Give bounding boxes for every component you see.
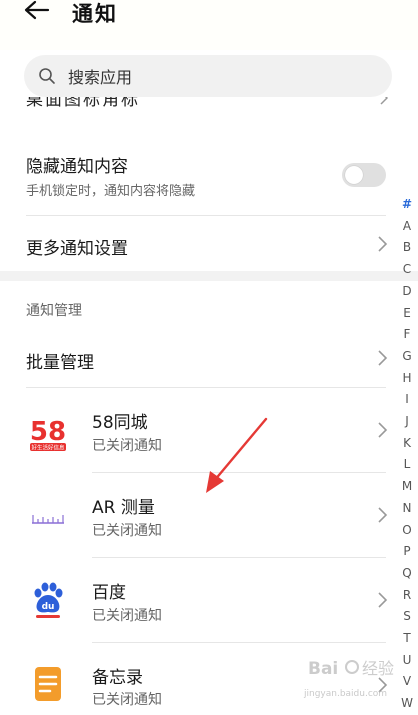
app-name: AR 测量 <box>92 498 155 518</box>
app-name: 58同城 <box>92 413 148 433</box>
index-letter[interactable]: E <box>396 303 418 325</box>
more-settings-row[interactable]: 更多通知设置 <box>0 216 396 271</box>
58-icon-subtext: 好生活好信息 <box>31 444 65 452</box>
app-row-baidu[interactable]: du 百度 已关闭通知 <box>0 558 396 643</box>
app-row-ar-measure[interactable]: AR 测量 已关闭通知 <box>0 473 396 558</box>
notepad-icon <box>35 667 61 701</box>
ar-measure-icon <box>32 515 64 524</box>
index-letter[interactable]: D <box>396 281 418 303</box>
app-status: 已关闭通知 <box>92 438 162 454</box>
app-status: 已关闭通知 <box>92 608 162 624</box>
alphabet-index-bar[interactable]: # A B C D E F G H I J K L M N O P Q R S T U V W <box>396 194 418 715</box>
search-input[interactable] <box>66 55 370 99</box>
hide-content-title: 隐藏通知内容 <box>26 157 128 177</box>
index-letter[interactable]: O <box>396 520 418 542</box>
chevron-right-icon <box>378 422 388 438</box>
index-letter[interactable]: # <box>396 194 418 216</box>
index-letter[interactable]: C <box>396 259 418 281</box>
app-name: 百度 <box>92 583 126 603</box>
chevron-right-icon <box>378 236 388 252</box>
app-status: 已关闭通知 <box>92 692 162 708</box>
index-letter[interactable]: M <box>396 476 418 498</box>
annotation-arrow-icon <box>206 417 268 493</box>
section-gap <box>0 271 418 281</box>
baidu-icon-text: du <box>42 602 55 612</box>
section-label: 通知管理 <box>26 303 82 319</box>
chevron-right-icon <box>378 507 388 523</box>
search-icon <box>39 68 55 84</box>
index-letter[interactable]: R <box>396 585 418 607</box>
hide-content-subtitle: 手机锁定时，通知内容将隐藏 <box>26 184 196 199</box>
batch-management-label: 批量管理 <box>26 353 94 373</box>
watermark-line1: Bai <box>308 659 338 679</box>
back-arrow-icon[interactable] <box>22 0 52 24</box>
baidu-icon: du <box>34 582 63 618</box>
search-bar[interactable] <box>24 55 392 99</box>
app-row-58tongcheng[interactable]: 58 好生活好信息 58同城 已关闭通知 <box>0 388 396 473</box>
index-letter[interactable]: B <box>396 237 418 259</box>
index-letter[interactable]: H <box>396 368 418 390</box>
badge-setting-label: 桌面图标角标 <box>26 97 140 110</box>
index-letter[interactable]: Q <box>396 563 418 585</box>
index-letter[interactable]: L <box>396 454 418 476</box>
index-letter[interactable]: P <box>396 541 418 563</box>
chevron-right-icon <box>378 350 388 366</box>
index-letter[interactable]: F <box>396 324 418 346</box>
hide-content-toggle[interactable] <box>342 163 386 187</box>
watermark-line2: 经验 <box>362 659 394 678</box>
watermark-url: jingyan.baidu.com <box>303 689 387 699</box>
batch-management-row[interactable]: 批量管理 <box>0 330 396 386</box>
app-name: 备忘录 <box>92 668 143 688</box>
index-letter[interactable]: A <box>396 216 418 238</box>
index-letter[interactable]: T <box>396 628 418 650</box>
index-letter[interactable]: S <box>396 606 418 628</box>
index-letter[interactable]: K <box>396 433 418 455</box>
top-bar: 通知 <box>0 0 418 50</box>
badge-setting-row[interactable]: 桌面图标角标 <box>0 97 418 117</box>
page-title: 通知 <box>72 2 118 26</box>
chevron-right-icon <box>378 592 388 608</box>
more-settings-label: 更多通知设置 <box>26 239 128 259</box>
app-status: 已关闭通知 <box>92 523 162 539</box>
58-tongcheng-icon: 58 好生活好信息 <box>30 417 66 452</box>
index-letter[interactable]: I <box>396 389 418 411</box>
index-letter[interactable]: G <box>396 346 418 368</box>
toggle-knob <box>345 166 363 184</box>
baidu-jingyan-watermark: Bai 经验 jingyan.baidu.com <box>303 659 394 699</box>
chevron-right-icon <box>380 97 388 105</box>
index-letter[interactable]: J <box>396 411 418 433</box>
58-icon-text: 58 <box>30 417 66 447</box>
index-letter[interactable]: N <box>396 498 418 520</box>
